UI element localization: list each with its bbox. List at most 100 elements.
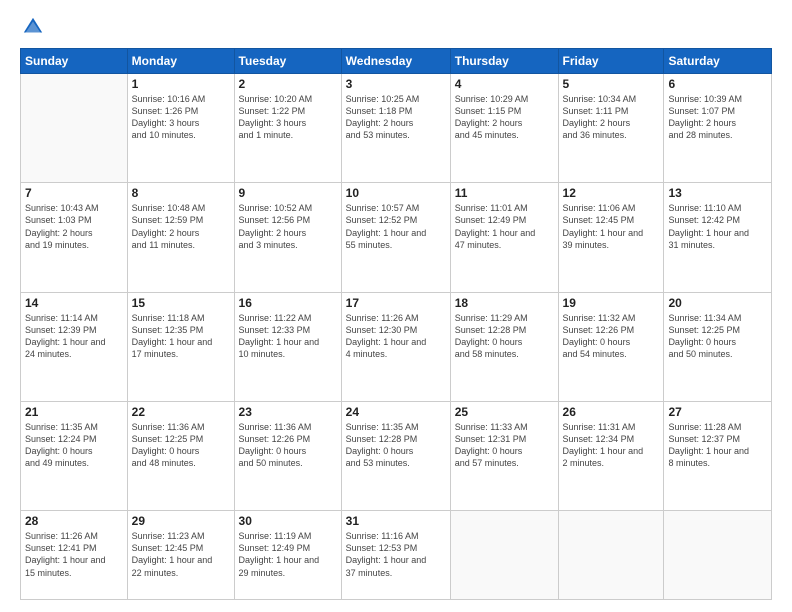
day-info: Sunrise: 11:26 AM Sunset: 12:30 PM Dayli… <box>346 312 446 361</box>
calendar-cell: 31Sunrise: 11:16 AM Sunset: 12:53 PM Day… <box>341 511 450 600</box>
calendar-cell <box>664 511 772 600</box>
calendar-cell: 30 Sunrise: 11:19 AM Sunset: 12:49 PM Day… <box>234 511 341 600</box>
calendar-cell: 6 Sunrise: 10:39 AM Sunset: 1:07 PM Dayli… <box>664 74 772 183</box>
day-number: 7 <box>25 186 123 200</box>
calendar-cell: 28 Sunrise: 11:26 AM Sunset: 12:41 PM Day… <box>21 511 128 600</box>
calendar-week-4: 21 Sunrise: 11:35 AM Sunset: 12:24 PM Day… <box>21 401 772 510</box>
calendar-cell: 20 Sunrise: 11:34 AM Sunset: 12:25 PM Day… <box>664 292 772 401</box>
day-info: Sunrise: 11:36 AM Sunset: 12:26 PM Dayli… <box>239 421 337 470</box>
calendar-cell: 4 Sunrise: 10:29 AM Sunset: 1:15 PM Dayli… <box>450 74 558 183</box>
calendar-cell: 16Sunrise: 11:22 AM Sunset: 12:33 PM Day… <box>234 292 341 401</box>
calendar-cell: 7 Sunrise: 10:43 AM Sunset: 1:03 PM Dayli… <box>21 183 128 292</box>
calendar-cell: 22 Sunrise: 11:36 AM Sunset: 12:25 PM Day… <box>127 401 234 510</box>
day-number: 4 <box>455 77 554 91</box>
weekday-header-thursday: Thursday <box>450 49 558 74</box>
calendar-cell: 14 Sunrise: 11:14 AM Sunset: 12:39 PM Day… <box>21 292 128 401</box>
day-number: 10 <box>346 186 446 200</box>
weekday-header-wednesday: Wednesday <box>341 49 450 74</box>
day-number: 16 <box>239 296 337 310</box>
calendar-cell <box>21 74 128 183</box>
day-info: Sunrise: 10:34 AM Sunset: 1:11 PM Daylig… <box>563 93 660 142</box>
day-info: Sunrise: 11:01 AM Sunset: 12:49 PM Dayli… <box>455 202 554 251</box>
day-info: Sunrise: 10:29 AM Sunset: 1:15 PM Daylig… <box>455 93 554 142</box>
day-info: Sunrise: 10:16 AM Sunset: 1:26 PM Daylig… <box>132 93 230 142</box>
day-info: Sunrise: 10:20 AM Sunset: 1:22 PM Daylig… <box>239 93 337 142</box>
day-number: 26 <box>563 405 660 419</box>
day-info: Sunrise: 11:28 AM Sunset: 12:37 PM Dayli… <box>668 421 767 470</box>
day-number: 20 <box>668 296 767 310</box>
calendar-cell: 13 Sunrise: 11:10 AM Sunset: 12:42 PM Day… <box>664 183 772 292</box>
day-info: Sunrise: 11:19 AM Sunset: 12:49 PM Dayli… <box>239 530 337 579</box>
calendar-cell: 25 Sunrise: 11:33 AM Sunset: 12:31 PM Day… <box>450 401 558 510</box>
calendar-week-5: 28 Sunrise: 11:26 AM Sunset: 12:41 PM Day… <box>21 511 772 600</box>
day-info: Sunrise: 11:35 AM Sunset: 12:28 PM Dayli… <box>346 421 446 470</box>
day-info: Sunrise: 10:39 AM Sunset: 1:07 PM Daylig… <box>668 93 767 142</box>
day-info: Sunrise: 11:36 AM Sunset: 12:25 PM Dayli… <box>132 421 230 470</box>
day-number: 25 <box>455 405 554 419</box>
day-number: 11 <box>455 186 554 200</box>
calendar-cell: 5Sunrise: 10:34 AM Sunset: 1:11 PM Dayli… <box>558 74 664 183</box>
weekday-header-sunday: Sunday <box>21 49 128 74</box>
calendar-cell: 15Sunrise: 11:18 AM Sunset: 12:35 PM Day… <box>127 292 234 401</box>
page-header <box>20 16 772 38</box>
day-info: Sunrise: 11:26 AM Sunset: 12:41 PM Dayli… <box>25 530 123 579</box>
calendar-table: SundayMondayTuesdayWednesdayThursdayFrid… <box>20 48 772 600</box>
day-info: Sunrise: 10:43 AM Sunset: 1:03 PM Daylig… <box>25 202 123 251</box>
day-number: 17 <box>346 296 446 310</box>
calendar-cell: 18 Sunrise: 11:29 AM Sunset: 12:28 PM Day… <box>450 292 558 401</box>
weekday-header-saturday: Saturday <box>664 49 772 74</box>
calendar-cell: 24 Sunrise: 11:35 AM Sunset: 12:28 PM Day… <box>341 401 450 510</box>
day-info: Sunrise: 11:23 AM Sunset: 12:45 PM Dayli… <box>132 530 230 579</box>
calendar-cell: 10 Sunrise: 10:57 AM Sunset: 12:52 PM Day… <box>341 183 450 292</box>
calendar-cell <box>450 511 558 600</box>
day-info: Sunrise: 11:32 AM Sunset: 12:26 PM Dayli… <box>563 312 660 361</box>
weekday-header-friday: Friday <box>558 49 664 74</box>
day-info: Sunrise: 10:48 AM Sunset: 12:59 PM Dayli… <box>132 202 230 251</box>
calendar-cell: 23Sunrise: 11:36 AM Sunset: 12:26 PM Day… <box>234 401 341 510</box>
day-number: 9 <box>239 186 337 200</box>
day-number: 21 <box>25 405 123 419</box>
day-number: 31 <box>346 514 446 528</box>
calendar-cell: 26 Sunrise: 11:31 AM Sunset: 12:34 PM Day… <box>558 401 664 510</box>
day-number: 3 <box>346 77 446 91</box>
calendar-cell: 27 Sunrise: 11:28 AM Sunset: 12:37 PM Day… <box>664 401 772 510</box>
day-number: 13 <box>668 186 767 200</box>
day-number: 28 <box>25 514 123 528</box>
day-info: Sunrise: 11:18 AM Sunset: 12:35 PM Dayli… <box>132 312 230 361</box>
day-info: Sunrise: 10:25 AM Sunset: 1:18 PM Daylig… <box>346 93 446 142</box>
day-info: Sunrise: 10:52 AM Sunset: 12:56 PM Dayli… <box>239 202 337 251</box>
logo <box>20 16 46 38</box>
day-number: 19 <box>563 296 660 310</box>
day-info: Sunrise: 10:57 AM Sunset: 12:52 PM Dayli… <box>346 202 446 251</box>
day-number: 6 <box>668 77 767 91</box>
day-number: 14 <box>25 296 123 310</box>
calendar-cell: 8Sunrise: 10:48 AM Sunset: 12:59 PM Dayl… <box>127 183 234 292</box>
calendar-cell: 12Sunrise: 11:06 AM Sunset: 12:45 PM Day… <box>558 183 664 292</box>
day-info: Sunrise: 11:29 AM Sunset: 12:28 PM Dayli… <box>455 312 554 361</box>
calendar-cell: 9 Sunrise: 10:52 AM Sunset: 12:56 PM Dayl… <box>234 183 341 292</box>
day-number: 18 <box>455 296 554 310</box>
calendar-header-row: SundayMondayTuesdayWednesdayThursdayFrid… <box>21 49 772 74</box>
day-info: Sunrise: 11:06 AM Sunset: 12:45 PM Dayli… <box>563 202 660 251</box>
calendar-week-3: 14 Sunrise: 11:14 AM Sunset: 12:39 PM Day… <box>21 292 772 401</box>
day-info: Sunrise: 11:35 AM Sunset: 12:24 PM Dayli… <box>25 421 123 470</box>
calendar-cell: 17 Sunrise: 11:26 AM Sunset: 12:30 PM Day… <box>341 292 450 401</box>
day-number: 22 <box>132 405 230 419</box>
day-number: 2 <box>239 77 337 91</box>
weekday-header-tuesday: Tuesday <box>234 49 341 74</box>
calendar-cell: 21 Sunrise: 11:35 AM Sunset: 12:24 PM Day… <box>21 401 128 510</box>
day-info: Sunrise: 11:34 AM Sunset: 12:25 PM Dayli… <box>668 312 767 361</box>
day-number: 30 <box>239 514 337 528</box>
day-info: Sunrise: 11:14 AM Sunset: 12:39 PM Dayli… <box>25 312 123 361</box>
calendar-cell: 11 Sunrise: 11:01 AM Sunset: 12:49 PM Day… <box>450 183 558 292</box>
calendar-week-1: 1Sunrise: 10:16 AM Sunset: 1:26 PM Dayli… <box>21 74 772 183</box>
logo-icon <box>22 16 44 38</box>
day-number: 27 <box>668 405 767 419</box>
day-number: 24 <box>346 405 446 419</box>
day-number: 29 <box>132 514 230 528</box>
calendar-cell <box>558 511 664 600</box>
day-info: Sunrise: 11:33 AM Sunset: 12:31 PM Dayli… <box>455 421 554 470</box>
day-info: Sunrise: 11:31 AM Sunset: 12:34 PM Dayli… <box>563 421 660 470</box>
calendar-week-2: 7 Sunrise: 10:43 AM Sunset: 1:03 PM Dayli… <box>21 183 772 292</box>
day-info: Sunrise: 11:10 AM Sunset: 12:42 PM Dayli… <box>668 202 767 251</box>
